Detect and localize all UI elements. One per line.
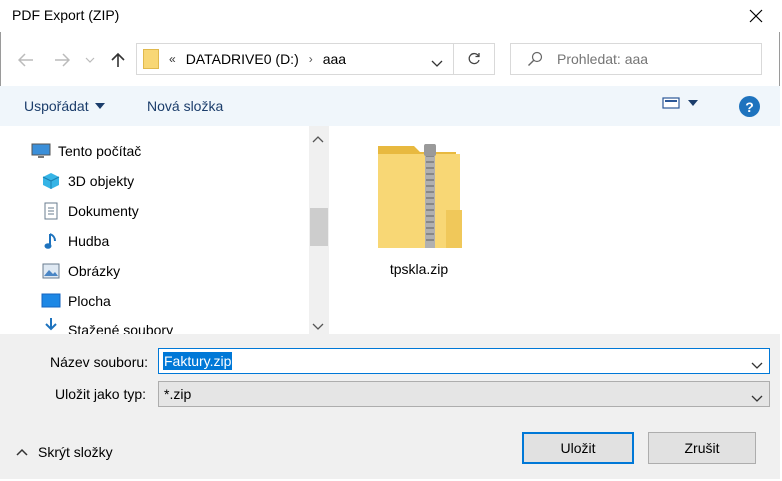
organize-label: Uspořádat [24,98,89,114]
arrow-right-icon [55,53,70,67]
document-icon [40,201,62,221]
chevron-up-icon [16,448,28,456]
file-name: tpskla.zip [389,261,449,277]
hide-folders-label: Skrýt složky [38,444,113,460]
nav-item-label: Stažené soubory [68,322,174,334]
caret-down-icon [688,100,698,106]
hide-folders-button[interactable]: Skrýt složky [16,444,113,460]
nav-item-desktop[interactable]: Plocha [40,286,111,316]
chevron-down-icon [312,323,324,330]
breadcrumb-folder[interactable]: aaa [323,51,346,67]
filename-field[interactable]: Faktury.zip [158,348,770,374]
download-icon [40,316,62,334]
close-icon [749,9,763,23]
nav-item-documents[interactable]: Dokumenty [40,196,139,226]
search-input[interactable] [555,50,749,68]
nav-item-label: Plocha [68,293,111,309]
title-bar: PDF Export (ZIP) [0,0,780,32]
file-type-dropdown[interactable] [751,390,763,406]
back-button[interactable] [12,46,40,74]
file-type-label: Uložit jako typ: [55,386,147,402]
scroll-up-button[interactable] [312,130,324,146]
help-icon: ? [745,98,754,115]
music-icon [40,231,62,251]
search-box[interactable] [510,43,762,75]
folder-icon [143,49,159,69]
close-button[interactable] [740,2,772,30]
file-item[interactable]: tpskla.zip [374,140,464,280]
breadcrumb-drive[interactable]: DATADRIVE0 (D:) [186,51,299,67]
address-overflow[interactable]: « [169,52,176,66]
forward-button[interactable] [48,46,76,74]
refresh-button[interactable] [453,43,495,75]
organize-button[interactable]: Uspořádat [24,98,105,114]
save-button[interactable]: Uložit [522,432,634,464]
file-type-value: *.zip [164,386,192,402]
chevron-right-icon[interactable]: › [309,52,313,66]
nav-item-label: Hudba [68,233,110,249]
nav-item-label: Dokumenty [68,203,139,219]
caret-down-icon [94,103,105,109]
view-icon [662,97,680,109]
scrollbar-thumb[interactable] [310,208,328,246]
nav-item-this-pc[interactable]: Tento počítač [30,136,141,166]
recent-locations-button[interactable] [80,46,100,74]
nav-item-pictures[interactable]: Obrázky [40,256,120,286]
pictures-icon [40,261,62,281]
nav-item-label: Obrázky [68,263,121,279]
file-type-select[interactable]: *.zip [158,381,770,407]
arrow-left-icon [18,53,33,67]
window-title: PDF Export (ZIP) [12,7,120,23]
nav-item-downloads[interactable]: Stažené soubory [40,316,173,334]
refresh-icon [468,52,480,65]
computer-icon [30,141,52,161]
address-bar[interactable]: « DATADRIVE0 (D:) › aaa [136,43,454,75]
arrow-up-icon [111,52,125,67]
nav-item-3d-objects[interactable]: 3D objekty [40,166,134,196]
chevron-down-icon [431,60,443,67]
chevron-down-icon [751,395,763,402]
chevron-down-icon [85,57,95,63]
view-options-button[interactable] [662,96,698,110]
nav-item-music[interactable]: Hudba [40,226,109,256]
help-button[interactable]: ? [739,96,760,117]
search-icon [528,51,543,66]
desktop-icon [40,291,62,311]
chevron-down-icon [751,362,763,369]
nav-item-label: 3D objekty [68,173,135,189]
scroll-down-button[interactable] [312,318,324,334]
filename-value[interactable]: Faktury.zip [163,352,233,370]
cube-icon [40,171,62,191]
new-folder-button[interactable]: Nová složka [147,98,223,114]
chevron-up-icon [312,136,324,143]
address-dropdown[interactable] [431,55,443,71]
nav-item-label: Tento počítač [58,143,142,159]
cancel-button[interactable]: Zrušit [648,432,756,464]
filename-dropdown[interactable] [751,357,763,373]
zip-folder-icon [378,144,462,248]
up-button[interactable] [104,46,132,74]
filename-label: Název souboru: [50,354,149,370]
